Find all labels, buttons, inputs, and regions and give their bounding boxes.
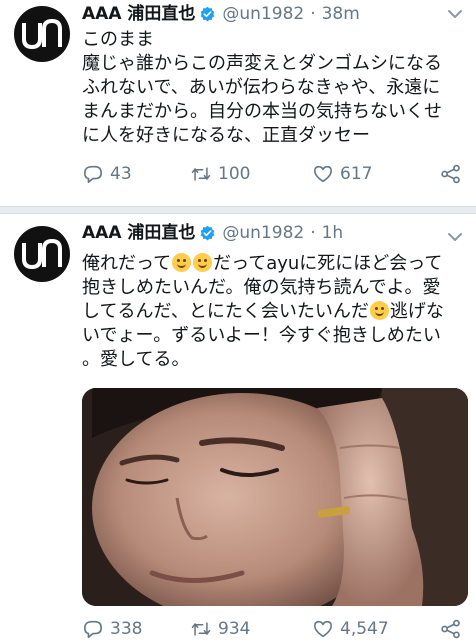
timestamp[interactable]: 38m [322,3,360,25]
reply-button[interactable]: 43 [82,164,190,184]
user-handle[interactable]: @un1982 [222,222,304,244]
tweet-header: AAA 浦田直也 @un1982 · 1h [82,222,343,244]
tweet-text-line: 俺れだって だってayuに死にほど会って [82,252,468,276]
separator-dot: · [310,223,316,243]
retweet-count: 934 [218,619,251,639]
tweet-text-line: 魔じゃ誰からこの声変えとダンゴムシになる [82,53,442,74]
verified-badge-icon [201,6,215,21]
retweet-count: 100 [218,164,251,184]
tweet-actions: 43 100 617 [82,161,468,187]
tweet-text: 俺れだって だってayuに死にほど会って 抱きしめたいんだ。俺の気持ち読んでよ。愛… [82,252,468,372]
tweet-text-line: ふれないで、あいが伝わらなきゃや、永遠に [82,77,441,98]
retweet-icon [191,167,211,181]
tweet-text-line: いでょー。ずるいよー！今すぐ抱きしめたい [82,325,441,346]
tweet-text-segment: だってayuに死にほど会って [213,253,443,274]
chevron-down-icon[interactable] [448,232,462,242]
smiling-face-emoji-icon [172,253,192,272]
tweet-text-line: してるんだ、とにたく会いたいんだ 逃げな [82,300,468,324]
like-button[interactable]: 617 [312,164,436,184]
like-button[interactable]: 4,547 [312,619,436,639]
photo-face-image [82,388,468,606]
verified-badge-icon [201,225,215,240]
tweet-text-line: このまま [82,29,154,50]
blushing-face-emoji-icon [193,253,213,272]
like-count: 4,547 [340,619,389,639]
reply-icon [84,620,102,638]
tweet-header: AAA 浦田直也 @un1982 · 38m [82,3,360,25]
reply-count: 338 [110,619,143,639]
tweet-text-line: に人を好きになるな、正直ダッセー [82,125,370,146]
tweet-1[interactable]: AAA 浦田直也 @un1982 · 38m このまま 魔じゃ誰からこの声変えと… [0,0,476,206]
share-icon [441,164,460,184]
heart-icon [314,165,332,183]
reply-count: 43 [110,164,132,184]
tweet-actions: 338 934 4,547 [82,616,468,642]
tweet-text-segment: 俺れだって [82,253,172,274]
tweet-text-line: まんまだから。自分の本当の気持ちないくせ [82,101,442,122]
grinning-face-emoji-icon [369,301,389,320]
avatar-logo-icon [22,18,62,50]
like-count: 617 [340,164,373,184]
share-button[interactable] [440,619,468,639]
share-icon [441,619,460,639]
reply-icon [84,165,102,183]
timestamp[interactable]: 1h [322,222,344,244]
chevron-down-icon[interactable] [448,9,462,19]
avatar[interactable] [14,226,70,282]
tweet-text-segment: 逃げな [389,301,444,322]
heart-icon [314,620,332,638]
tweet-divider [0,206,476,214]
separator-dot: · [310,4,316,24]
retweet-button[interactable]: 934 [190,619,312,639]
tweet-text-segment: してるんだ、とにたく会いたいんだ [82,301,369,322]
share-button[interactable] [440,164,468,184]
reply-button[interactable]: 338 [82,619,190,639]
tweet-photo[interactable] [82,388,468,606]
display-name[interactable]: AAA 浦田直也 [82,222,195,244]
tweet-text-line: 抱きしめたいんだ。俺の気持ち読んでよ。愛 [82,277,441,298]
user-handle[interactable]: @un1982 [222,3,304,25]
tweet-text-line: 。愛してる。 [82,349,190,370]
avatar[interactable] [14,6,70,62]
display-name[interactable]: AAA 浦田直也 [82,3,195,25]
avatar-logo-icon [22,238,62,270]
retweet-button[interactable]: 100 [190,164,312,184]
tweet-text: このまま 魔じゃ誰からこの声変えとダンゴムシになる ふれないで、あいが伝わらなき… [82,28,468,148]
retweet-icon [191,622,211,636]
